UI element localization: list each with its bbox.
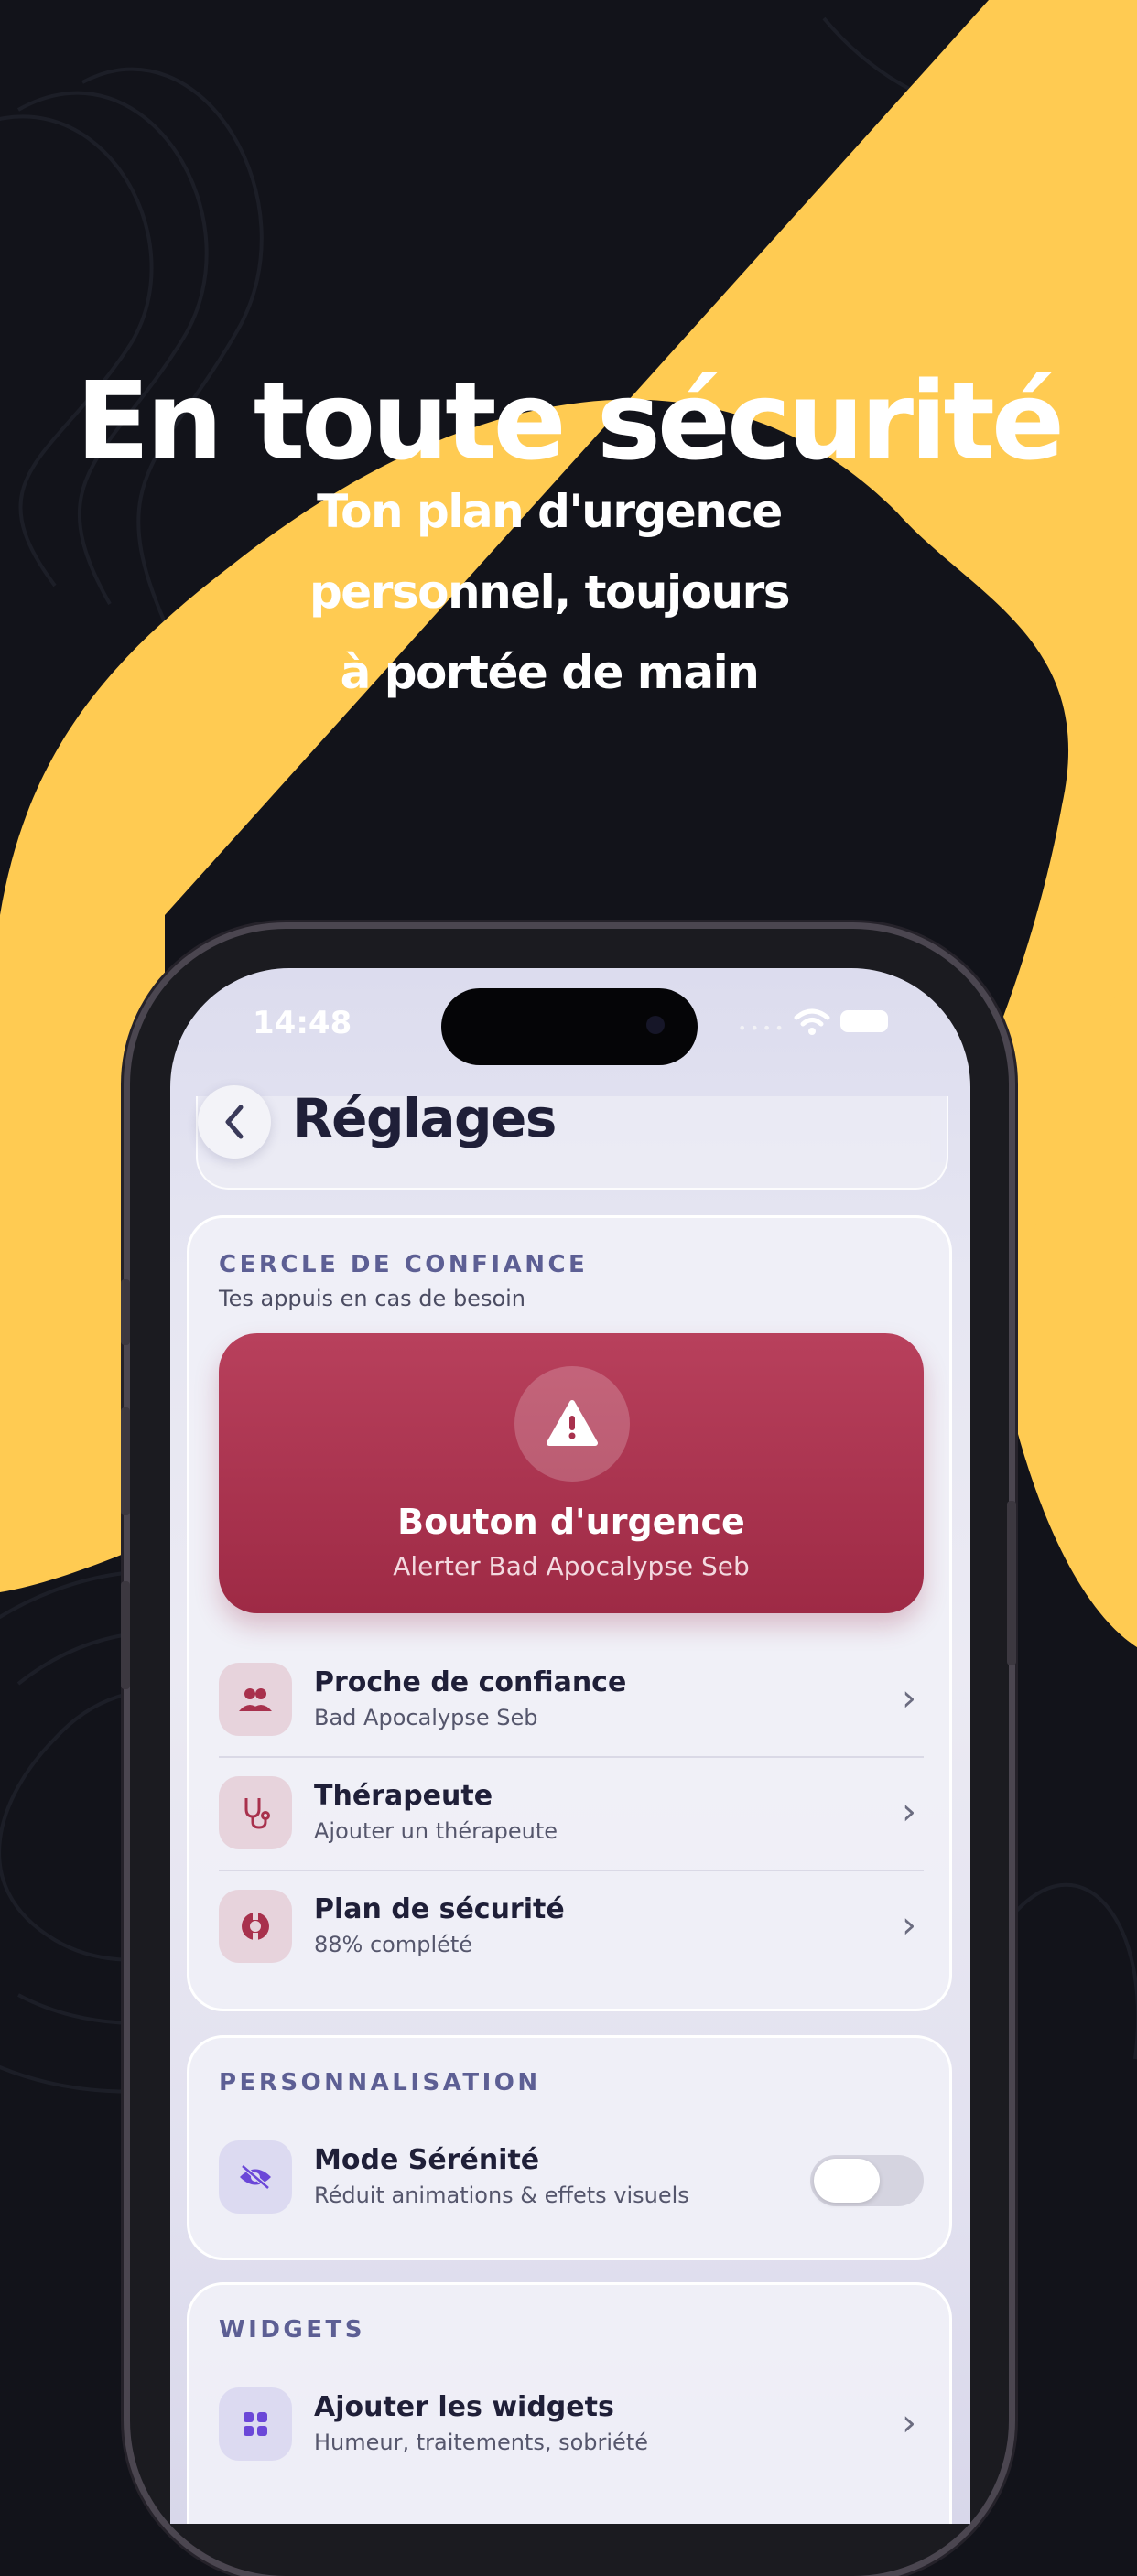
- status-time: 14:48: [253, 1005, 352, 1041]
- list-item-subtitle: 88% complété: [314, 1932, 473, 1957]
- phone-side-button: [121, 1407, 130, 1515]
- promo-subtitle: Ton plan d'urgence personnel, toujours à…: [275, 471, 824, 713]
- section-title: WIDGETS: [219, 2316, 365, 2344]
- emergency-subtitle: Alerter Bad Apocalypse Seb: [393, 1551, 750, 1581]
- divider: [219, 1756, 924, 1758]
- back-button[interactable]: [198, 1085, 271, 1159]
- section-subtitle: Tes appuis en cas de besoin: [219, 1286, 526, 1311]
- widgets-card: WIDGETS Ajouter les widgets Humeur, trai…: [187, 2282, 952, 2524]
- battery-icon: [840, 1010, 888, 1032]
- section-title: CERCLE DE CONFIANCE: [219, 1251, 589, 1278]
- page-title: Réglages: [292, 1087, 557, 1149]
- list-item-add-widgets[interactable]: Ajouter les widgets Humeur, traitements,…: [219, 2373, 924, 2479]
- phone-side-button: [1007, 1501, 1016, 1665]
- people-icon: [219, 1663, 292, 1736]
- list-item-therapist[interactable]: Thérapeute Ajouter un thérapeute ›: [219, 1762, 924, 1868]
- personalisation-card: PERSONNALISATION Mode Sérénité Réduit an…: [187, 2035, 952, 2260]
- warning-icon-circle: [514, 1366, 630, 1482]
- emergency-button[interactable]: Bouton d'urgence Alerter Bad Apocalypse …: [219, 1333, 924, 1613]
- chevron-right-icon: ›: [902, 1791, 916, 1833]
- grid-icon: [219, 2387, 292, 2461]
- promo-subtitle-line: personnel, toujours: [309, 566, 790, 619]
- toggle-knob: [814, 2159, 880, 2203]
- list-item-title: Ajouter les widgets: [314, 2391, 614, 2423]
- list-item-subtitle: Bad Apocalypse Seb: [314, 1705, 538, 1730]
- list-item-subtitle: Réduit animations & effets visuels: [314, 2183, 689, 2208]
- section-title: PERSONNALISATION: [219, 2069, 541, 2096]
- list-item-title: Proche de confiance: [314, 1666, 627, 1698]
- lifebuoy-icon: [219, 1890, 292, 1963]
- emergency-title: Bouton d'urgence: [397, 1502, 745, 1542]
- list-item-safety-plan[interactable]: Plan de sécurité 88% complété ›: [219, 1875, 924, 1981]
- phone-screen: 14:48 •••• Réglages CERCLE DE CONFIANCE …: [170, 968, 970, 2524]
- promo-headline: En toute sécurité: [76, 358, 1065, 484]
- chevron-right-icon: ›: [902, 1904, 916, 1946]
- phone-side-button: [121, 1279, 130, 1345]
- phone-side-button: [121, 1581, 130, 1689]
- promo-subtitle-line: Ton plan d'urgence: [317, 485, 783, 538]
- list-item-subtitle: Ajouter un thérapeute: [314, 1818, 558, 1844]
- wifi-icon: [794, 1008, 830, 1035]
- serenity-mode-toggle[interactable]: [810, 2155, 924, 2206]
- list-item-subtitle: Humeur, traitements, sobriété: [314, 2430, 648, 2455]
- list-item-trusted-contact[interactable]: Proche de confiance Bad Apocalypse Seb ›: [219, 1648, 924, 1754]
- trust-circle-card: CERCLE DE CONFIANCE Tes appuis en cas de…: [187, 1215, 952, 2011]
- list-item-title: Mode Sérénité: [314, 2144, 540, 2176]
- list-item-serenity-mode: Mode Sérénité Réduit animations & effets…: [219, 2126, 924, 2232]
- camera-dot: [646, 1016, 665, 1034]
- divider: [219, 1870, 924, 1871]
- promo-subtitle-line: à portée de main: [340, 646, 760, 699]
- list-item-title: Plan de sécurité: [314, 1893, 565, 1925]
- signal-dots: ••••: [738, 1019, 787, 1037]
- stethoscope-icon: [219, 1776, 292, 1849]
- list-item-title: Thérapeute: [314, 1780, 493, 1812]
- chevron-right-icon: ›: [902, 1677, 916, 1719]
- chevron-right-icon: ›: [902, 2402, 916, 2444]
- warning-icon: [547, 1400, 598, 1446]
- chevron-left-icon: [225, 1105, 244, 1139]
- eye-off-icon: [219, 2140, 292, 2214]
